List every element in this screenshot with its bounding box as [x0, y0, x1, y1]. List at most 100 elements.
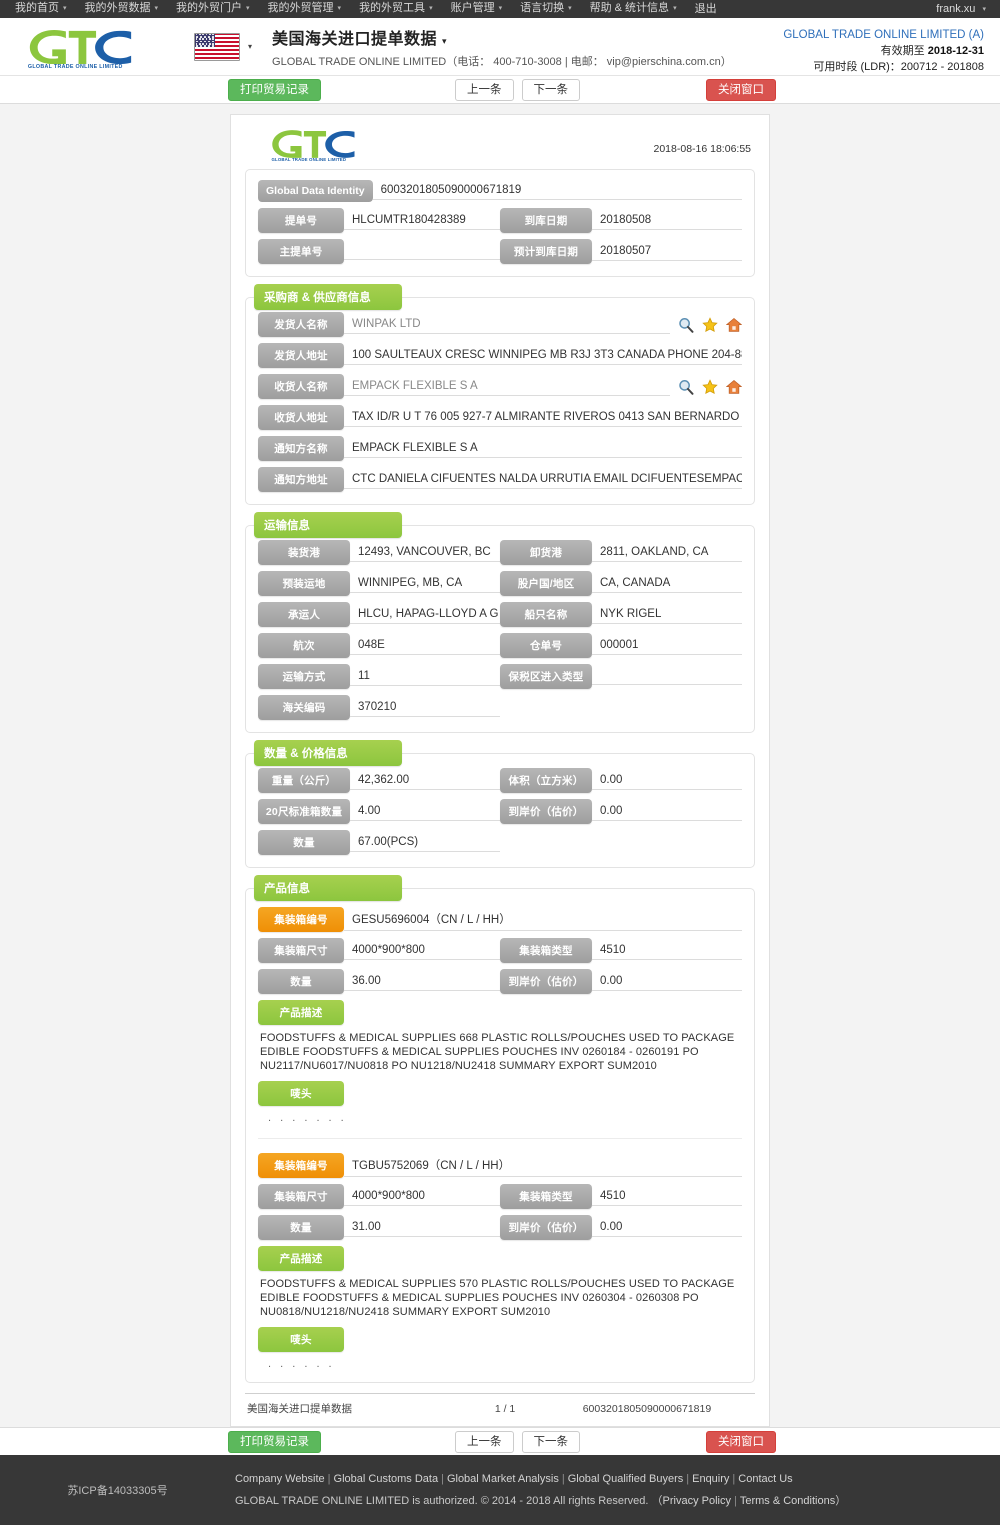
account-validity-value: 2018-12-31: [927, 45, 984, 57]
quantity-price-section-title: 数量 & 价格信息: [254, 740, 402, 766]
container-size-type-row: 集装箱尺寸 4000*900*800 集装箱类型 4510: [258, 1184, 742, 1209]
user-menu[interactable]: frank.xu ▾: [936, 3, 994, 15]
field-value: 2811, OAKLAND, CA: [592, 544, 742, 562]
product-description-text: FOODSTUFFS & MEDICAL SUPPLIES 570 PLASTI…: [260, 1278, 735, 1318]
nav-item-label: 退出: [694, 3, 717, 15]
field-label: 卸货港: [500, 540, 592, 565]
footer-link-0[interactable]: Company Website: [235, 1473, 325, 1485]
field-label: 船只名称: [500, 602, 592, 627]
master-bl-row: 主提单号 预计到库日期 20180507: [258, 239, 742, 264]
chevron-down-icon: ▾: [63, 5, 67, 12]
transport-row: 承运人 HLCU, HAPAG-LLOYD A G 船只名称 NYK RIGEL: [258, 602, 742, 627]
field-value: 000001: [592, 637, 742, 655]
field-value: 4.00: [350, 803, 500, 821]
field-label: 数量: [258, 1215, 344, 1240]
legal-link-0[interactable]: Privacy Policy: [663, 1495, 731, 1507]
footer-copyright-line: GLOBAL TRADE ONLINE LIMITED is authorize…: [235, 1490, 846, 1512]
nav-item-label: 我的外贸管理: [267, 2, 334, 14]
bl-number-value: HLCUMTR180428389: [344, 212, 500, 230]
footer-separator: |: [441, 1473, 444, 1485]
gto-logo[interactable]: GLOBAL TRADE ONLINE LIMITED: [24, 26, 136, 68]
container-qty-price-row: 数量 36.00 到岸价（估价） 0.00: [258, 969, 742, 994]
field-label: 集装箱编号: [258, 1153, 344, 1178]
nav-item-7[interactable]: 帮助 & 统计信息 ▾: [581, 0, 686, 19]
search-icon[interactable]: [678, 317, 694, 333]
field-group: 承运人 HLCU, HAPAG-LLOYD A G: [258, 602, 500, 627]
footer-link-4[interactable]: Enquiry: [692, 1473, 729, 1485]
field-value: 370210: [350, 699, 500, 717]
global-data-identity-row: Global Data Identity 6003201805090000671…: [258, 180, 742, 202]
field-value: 67.00(PCS): [350, 834, 500, 852]
bill-of-lading-document: GLOBAL TRADE ONLINE LIMITED 2018-08-16 1…: [230, 114, 770, 1427]
next-record-button-bottom[interactable]: 下一条: [521, 1430, 580, 1453]
chevron-down-icon: ▾: [442, 35, 448, 46]
footer-link-2[interactable]: Global Market Analysis: [447, 1473, 559, 1485]
field-group: 卸货港 2811, OAKLAND, CA: [500, 540, 742, 565]
nav-item-6[interactable]: 语言切换 ▾: [511, 0, 581, 19]
footer-link-3[interactable]: Global Qualified Buyers: [568, 1473, 684, 1485]
field-value: WINPAK LTD: [344, 316, 670, 334]
page-background: GLOBAL TRADE ONLINE LIMITED 2018-08-16 1…: [0, 104, 1000, 1427]
nav-item-5[interactable]: 账户管理 ▾: [442, 0, 512, 19]
footer-separator: |: [561, 1473, 565, 1485]
container-blocks: 集装箱编号 GESU5696004（CN / L / HH） 集装箱尺寸 4000*9…: [258, 903, 742, 1370]
field-group: 重量（公斤） 42,362.00: [258, 768, 500, 793]
print-trade-record-button[interactable]: 打印贸易记录: [228, 78, 321, 101]
nav-item-label: 我的外贸门户: [176, 2, 243, 14]
print-trade-record-button-bottom[interactable]: 打印贸易记录: [228, 1430, 321, 1453]
next-record-button[interactable]: 下一条: [521, 78, 580, 101]
transport-rows: 装货港 12493, VANCOUVER, BC 卸货港 2811, OAKLAND,…: [258, 540, 742, 720]
nav-item-label: 账户管理: [450, 2, 495, 14]
previous-record-button[interactable]: 上一条: [455, 78, 514, 101]
field-value: CA, CANADA: [592, 575, 742, 593]
star-icon[interactable]: [702, 316, 718, 333]
field-label: 仓单号: [500, 633, 592, 658]
field-group: 海关编码 370210: [258, 695, 500, 720]
field-group: 到岸价（估价） 0.00: [500, 969, 742, 994]
nav-item-3[interactable]: 我的外贸管理 ▾: [259, 0, 351, 19]
nav-item-8[interactable]: 退出: [686, 0, 726, 18]
field-group: 发货人名称 WINPAK LTD: [258, 312, 742, 337]
nav-item-1[interactable]: 我的外贸数据 ▾: [76, 0, 168, 19]
field-group: 到岸价（估价） 0.00: [500, 1215, 742, 1240]
master-bl-label: 主提单号: [258, 239, 344, 264]
legal-link-1[interactable]: Terms & Conditions: [740, 1495, 835, 1507]
nav-item-label: 帮助 & 统计信息: [589, 2, 670, 14]
close-window-button-bottom[interactable]: 关闭窗口: [706, 1430, 776, 1453]
field-group: 集装箱类型 4510: [500, 1184, 742, 1209]
field-group: 收货人地址 TAX ID/R U T 76 005 927-7 ALMIRANTE…: [258, 405, 742, 430]
field-group: 仓单号 000001: [500, 633, 742, 658]
page-subtitle: GLOBAL TRADE ONLINE LIMITED（电话： 400-710-…: [272, 55, 732, 68]
footer-links: Company Website | Global Customs Data | Glob…: [235, 1468, 846, 1490]
star-icon[interactable]: [702, 378, 718, 395]
close-window-button[interactable]: 关闭窗口: [706, 78, 776, 101]
document-footer: 美国海关进口提单数据 1 / 1 6003201805090000671819: [245, 1393, 755, 1420]
shipping-mark-label-row: 唛头: [258, 1327, 742, 1352]
country-selector[interactable]: ▾: [194, 32, 252, 61]
nav-item-4[interactable]: 我的外贸工具 ▾: [350, 0, 442, 19]
field-value: 12493, VANCOUVER, BC: [350, 544, 500, 562]
global-data-identity-value: 6003201805090000671819: [372, 182, 742, 200]
nav-item-2[interactable]: 我的外贸门户 ▾: [167, 0, 259, 19]
field-label: 股户国/地区: [500, 571, 592, 596]
shipping-mark-text: . . . . . . .: [268, 1112, 347, 1124]
field-label: 集装箱尺寸: [258, 938, 344, 963]
account-validity: 有效期至 2018-12-31: [783, 43, 984, 59]
home-icon[interactable]: [726, 317, 742, 333]
arrival-date-value: 20180508: [592, 212, 742, 230]
gto-logo-document: GLOBAL TRADE ONLINE LIMITED: [267, 127, 359, 162]
previous-record-button-bottom[interactable]: 上一条: [455, 1430, 514, 1453]
nav-item-0[interactable]: 我的首页 ▾: [6, 0, 76, 19]
estimated-arrival-date-label: 预计到库日期: [500, 239, 592, 264]
product-description-label-row: 产品描述: [258, 1000, 742, 1025]
footer-link-5[interactable]: Contact Us: [738, 1473, 792, 1485]
quantity-price-panel: 数量 & 价格信息 重量（公斤） 42,362.00 体积（立方米） 0.00 20尺标…: [245, 740, 755, 868]
transport-row: 预装运地 WINNIPEG, MB, CA 股户国/地区 CA, CANADA: [258, 571, 742, 596]
field-value: GESU5696004（CN / L / HH）: [344, 909, 742, 931]
document-header: GLOBAL TRADE ONLINE LIMITED 2018-08-16 1…: [245, 127, 755, 162]
search-icon[interactable]: [678, 379, 694, 395]
page-title[interactable]: 美国海关进口提单数据 ▾: [272, 25, 732, 49]
footer-link-1[interactable]: Global Customs Data: [334, 1473, 439, 1485]
field-value: 42,362.00: [350, 772, 500, 790]
home-icon[interactable]: [726, 379, 742, 395]
